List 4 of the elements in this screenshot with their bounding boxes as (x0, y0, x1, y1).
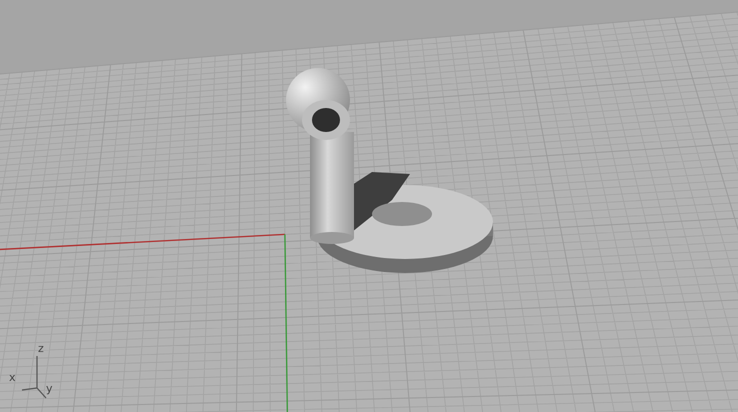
axis-label: y (46, 382, 53, 395)
axis-label: z (38, 342, 44, 355)
axis-triad-icon (21, 355, 47, 399)
axis-label: x (9, 371, 16, 384)
